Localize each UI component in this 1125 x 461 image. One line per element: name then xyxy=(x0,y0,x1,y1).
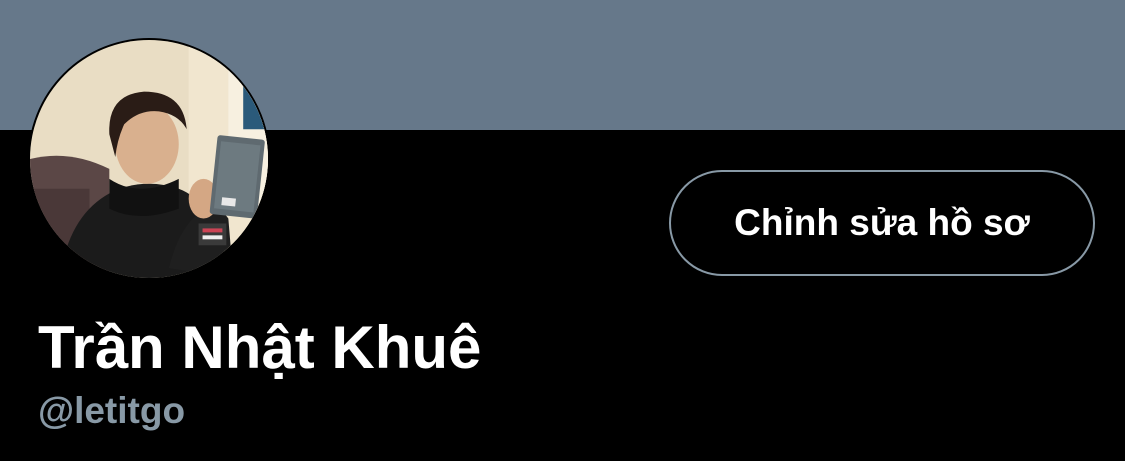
display-name: Trần Nhật Khuê xyxy=(38,314,482,381)
username-handle: @letitgo xyxy=(38,390,186,431)
avatar[interactable] xyxy=(28,38,270,280)
edit-profile-button[interactable]: Chỉnh sửa hồ sơ xyxy=(669,170,1095,276)
avatar-photo xyxy=(30,40,268,278)
